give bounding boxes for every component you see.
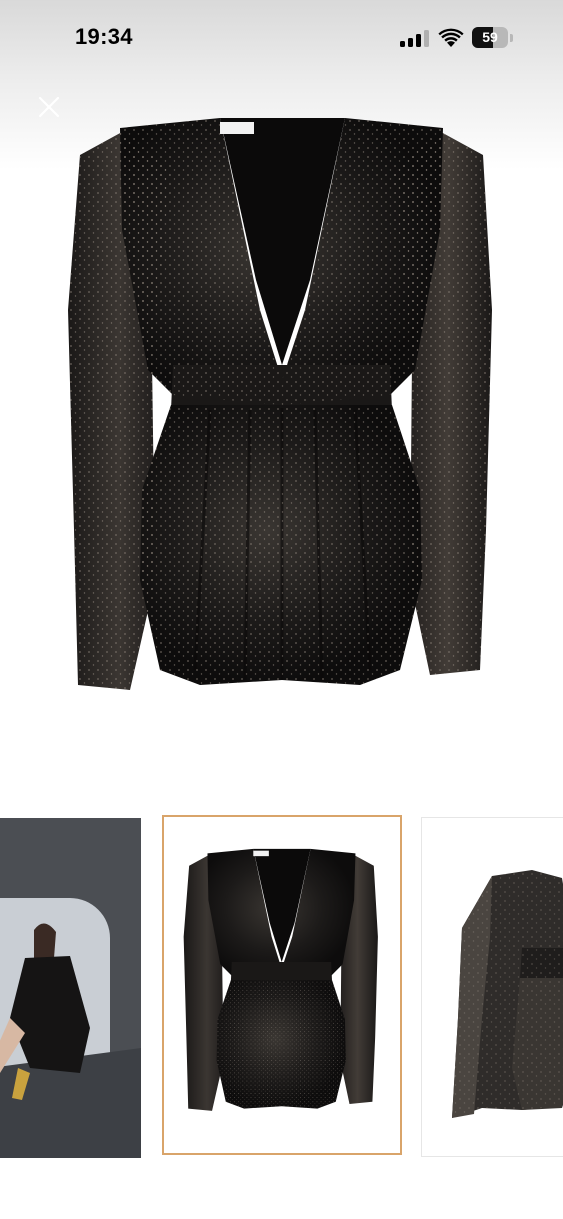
battery-icon: 59	[472, 27, 508, 48]
battery-level: 59	[482, 29, 498, 45]
status-time: 19:34	[75, 24, 133, 49]
status-bar: 19:34 59	[0, 0, 563, 78]
thumbnail-model-photo[interactable]	[0, 818, 141, 1158]
front-photo-image	[183, 848, 378, 1111]
close-icon	[38, 96, 60, 118]
wifi-icon	[438, 28, 464, 47]
thumbnail-front-photo[interactable]	[162, 815, 402, 1155]
thumbnail-strip	[0, 815, 563, 1158]
signal-icon	[400, 30, 430, 47]
model-photo-image	[0, 818, 141, 1158]
side-photo-image	[452, 870, 563, 1118]
thumbnail-side-photo[interactable]	[421, 817, 563, 1157]
product-main-image[interactable]	[60, 110, 503, 695]
battery-cap	[510, 34, 513, 42]
